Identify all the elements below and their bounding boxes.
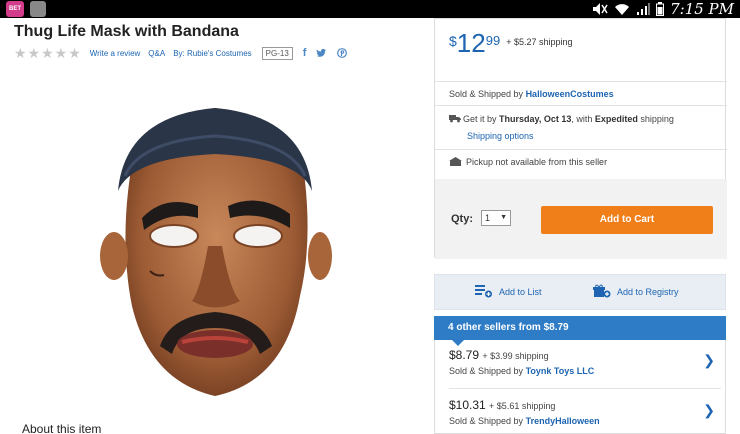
pickup-info: Pickup not available from this seller [449,157,607,168]
other-sellers-header[interactable]: 4 other sellers from $8.79 [434,316,726,340]
seller-offer[interactable]: $10.31 + $5.61 shipping Sold & Shipped b… [449,390,719,434]
notification-app-icon [30,1,46,17]
quantity-area: Qty: 1 ▼ Add to Cart [435,179,727,259]
mute-icon [592,2,608,16]
divider [435,105,727,106]
signal-icon [636,2,651,16]
rating-badge: PG-13 [261,46,293,60]
facebook-icon[interactable]: f [303,47,307,59]
chevron-right-icon[interactable]: ❯ [703,402,715,419]
add-to-cart-button[interactable]: Add to Cart [541,206,713,234]
product-meta: ★★★★★ Write a review Q&A By: Rubie's Cos… [14,44,357,62]
chevron-right-icon[interactable]: ❯ [703,352,715,369]
price-symbol: $ [449,33,457,49]
list-add-icon [475,284,493,300]
other-sellers-list: $8.79 + $3.99 shipping Sold & Shipped by… [434,340,726,434]
delivery-suffix: shipping [637,114,674,124]
seller-link[interactable]: HalloweenCostumes [526,89,614,99]
shipping-cost: + $5.27 shipping [506,37,573,47]
product-panel: Thug Life Mask with Bandana ★★★★★ Write … [0,18,430,434]
quantity-select[interactable]: 1 ▼ [481,210,511,226]
add-to-registry-label: Add to Registry [617,287,679,297]
delivery-mid: , with [571,114,595,124]
about-heading: About this item [22,422,102,434]
offer-price: $8.79 [449,348,480,362]
offer-shipping: + $3.99 shipping [482,351,549,361]
battery-icon [656,2,665,16]
offer-price-line: $10.31 + $5.61 shipping [449,398,719,412]
pinterest-icon[interactable] [337,48,348,58]
price: $ 12 99 + $5.27 shipping [449,29,573,57]
seller-link[interactable]: Toynk Toys LLC [526,366,595,376]
seller-link[interactable]: TrendyHalloween [526,416,600,426]
add-to-list-button[interactable]: Add to List [475,284,542,300]
delivery-method: Expedited [594,114,638,124]
offer-price-line: $8.79 + $3.99 shipping [449,348,719,362]
add-to-registry-button[interactable]: Add to Registry [593,284,679,300]
offer-shipping: + $5.61 shipping [489,401,556,411]
qa-link[interactable]: Q&A [148,49,165,58]
seller-offer[interactable]: $8.79 + $3.99 shipping Sold & Shipped by… [449,340,719,384]
twitter-icon[interactable] [316,48,327,58]
delivery-date: Thursday, Oct 13 [499,114,572,124]
header-notch [452,340,464,346]
shipping-options-link[interactable]: Shipping options [467,131,534,141]
product-title: Thug Life Mask with Bandana [14,23,239,40]
dropdown-caret-icon: ▼ [500,214,507,221]
list-registry-bar: Add to List Add to Registry [434,274,726,310]
offer-seller-line: Sold & Shipped by TrendyHalloween [449,416,719,426]
store-icon [449,157,462,168]
bet-app-icon: BET [6,1,24,17]
delivery-info: Get it by Thursday, Oct 13, with Expedit… [449,114,674,125]
divider [435,149,727,150]
buy-box: $ 12 99 + $5.27 shipping Sold & Shipped … [434,18,727,259]
rating-stars[interactable]: ★★★★★ [14,45,82,62]
product-image[interactable] [100,96,340,406]
sold-by: Sold & Shipped by HalloweenCostumes [449,89,614,99]
offer-seller-line: Sold & Shipped by Toynk Toys LLC [449,366,719,376]
offer-price: $10.31 [449,398,486,412]
sold-by-label: Sold & Shipped by [449,416,526,426]
gift-add-icon [593,284,611,300]
sold-by-label: Sold & Shipped by [449,366,526,376]
truck-icon [449,114,463,125]
qty-label: Qty: [451,213,473,225]
price-dollars: 12 [456,28,486,58]
brand-link[interactable]: By: Rubie's Costumes [173,49,251,58]
pickup-text: Pickup not available from this seller [466,157,608,167]
add-to-list-label: Add to List [499,287,542,297]
qty-value: 1 [485,213,491,223]
divider [449,388,721,389]
delivery-prefix: Get it by [463,114,500,124]
purchase-panel: $ 12 99 + $5.27 shipping Sold & Shipped … [434,18,728,434]
clock: 7:15 PM [670,0,734,18]
wifi-icon [614,2,630,16]
price-cents: 99 [485,33,501,48]
status-bar-right: 7:15 PM [592,0,734,18]
divider [435,81,727,82]
write-review-link[interactable]: Write a review [90,49,141,58]
status-bar: BET 7:15 PM [0,0,740,18]
sold-by-label: Sold & Shipped by [449,89,526,99]
